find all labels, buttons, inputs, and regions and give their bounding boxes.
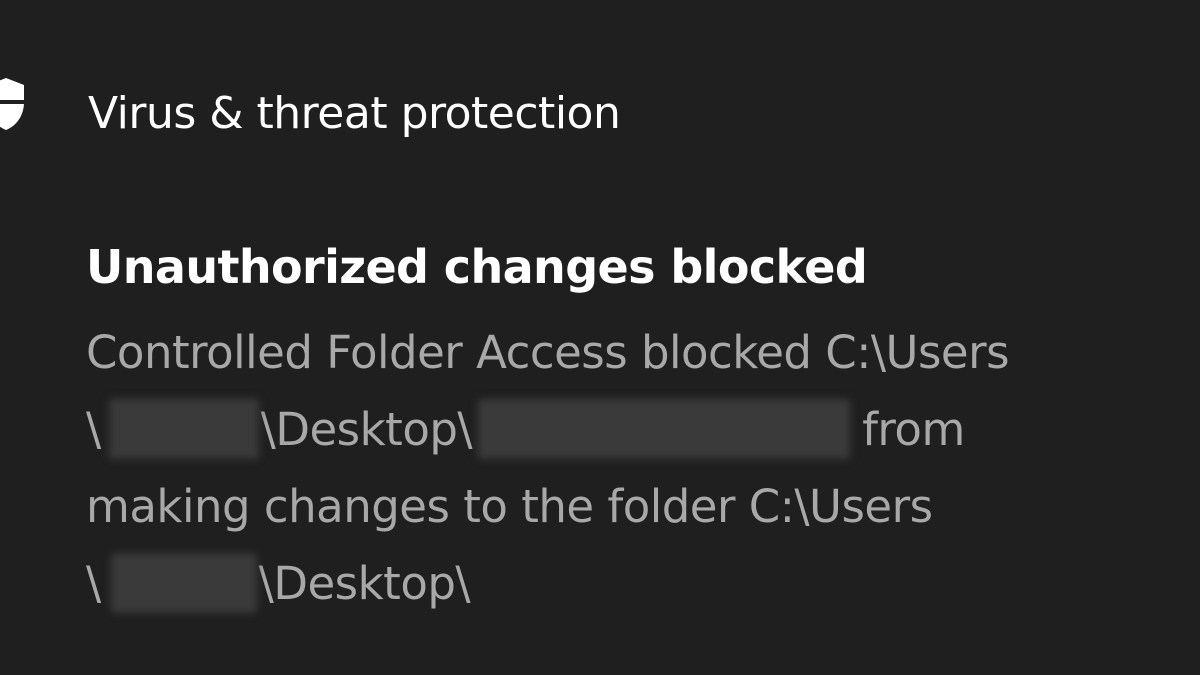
body-line-1: Controlled Folder Access blocked C:\User… [86,326,1010,379]
body-line-4: \ \Desktop\ [86,545,1176,622]
body-line-3: making changes to the folder C:\Users [86,480,933,533]
desktop-path: \Desktop\ [258,557,471,610]
path-separator: \ [86,557,101,610]
notification-body: Controlled Folder Access blocked C:\User… [86,314,1176,622]
app-name: Virus & threat protection [88,88,621,139]
body-from-word: from [862,403,965,456]
redacted-username [108,399,259,459]
notification-title: Unauthorized changes blocked [86,240,868,294]
desktop-path: \Desktop\ [260,403,473,456]
shield-icon [0,78,24,130]
path-separator: \ [86,403,101,456]
body-line-2: \ \Desktop\ from [86,391,1176,468]
defender-toast-notification[interactable]: Virus & threat protection Unauthorized c… [0,0,1200,675]
redacted-filename [478,399,851,459]
redacted-username [110,553,257,613]
